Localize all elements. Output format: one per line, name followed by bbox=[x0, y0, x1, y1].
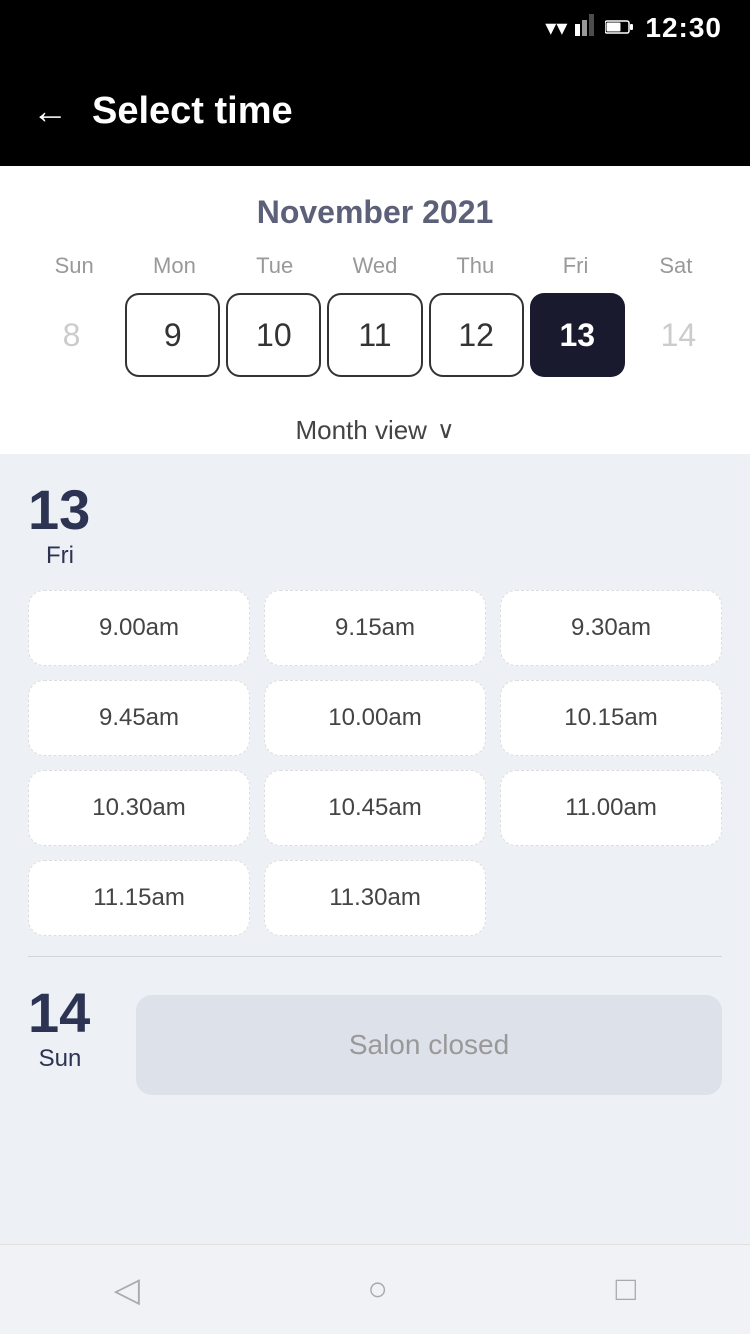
battery-icon bbox=[605, 15, 633, 41]
day-header-mon: Mon bbox=[124, 253, 224, 279]
day-header-fri: Fri bbox=[525, 253, 625, 279]
time-slot-1015[interactable]: 10.15am bbox=[500, 680, 722, 756]
day-cell-13[interactable]: 13 bbox=[530, 293, 625, 377]
day-name-14: Sun bbox=[39, 1045, 82, 1073]
day-label-col-14: 14 Sun Salon closed bbox=[28, 985, 722, 1095]
time-slot-945[interactable]: 9.45am bbox=[28, 680, 250, 756]
day-cells: 8 9 10 11 12 13 14 bbox=[24, 293, 726, 377]
chevron-down-icon[interactable]: ∨ bbox=[437, 416, 455, 445]
day-number-14: 14 bbox=[28, 985, 92, 1041]
day-cell-10[interactable]: 10 bbox=[226, 293, 321, 377]
day-cell-12[interactable]: 12 bbox=[429, 293, 524, 377]
day-name-13: Fri bbox=[46, 542, 74, 570]
time-slot-1115[interactable]: 11.15am bbox=[28, 860, 250, 936]
month-title: November 2021 bbox=[24, 194, 726, 231]
wifi-icon: ▾▾ bbox=[545, 15, 567, 41]
day-info-13: 13 Fri bbox=[28, 482, 92, 570]
nav-back-icon[interactable]: ◁ bbox=[114, 1270, 140, 1310]
day-headers: Sun Mon Tue Wed Thu Fri Sat bbox=[24, 253, 726, 279]
time-slot-1030[interactable]: 10.30am bbox=[28, 770, 250, 846]
day-header-sat: Sat bbox=[626, 253, 726, 279]
day-cell-11[interactable]: 11 bbox=[327, 293, 422, 377]
nav-home-icon[interactable]: ○ bbox=[368, 1270, 389, 1309]
day-cell-14[interactable]: 14 bbox=[631, 293, 726, 377]
day-header-thu: Thu bbox=[425, 253, 525, 279]
month-view-label: Month view bbox=[295, 415, 427, 446]
day-block-13: 13 Fri 9.00am 9.15am 9.30am 9.45am 10.00… bbox=[0, 454, 750, 956]
day-block-14: 14 Sun Salon closed bbox=[0, 957, 750, 1115]
nav-recent-icon[interactable]: □ bbox=[616, 1270, 637, 1309]
salon-closed-text: Salon closed bbox=[349, 1029, 509, 1061]
salon-closed-box: Salon closed bbox=[136, 995, 722, 1095]
status-icons: ▾▾ bbox=[545, 14, 633, 42]
month-view-row[interactable]: Month view ∨ bbox=[0, 397, 750, 454]
page-title: Select time bbox=[92, 90, 293, 133]
time-slot-1000[interactable]: 10.00am bbox=[264, 680, 486, 756]
day-header-sun: Sun bbox=[24, 253, 124, 279]
day-cell-8[interactable]: 8 bbox=[24, 293, 119, 377]
day-header-wed: Wed bbox=[325, 253, 425, 279]
time-slot-930[interactable]: 9.30am bbox=[500, 590, 722, 666]
time-slot-1100[interactable]: 11.00am bbox=[500, 770, 722, 846]
bottom-nav: ◁ ○ □ bbox=[0, 1244, 750, 1334]
status-time: 12:30 bbox=[645, 12, 722, 44]
calendar-section: November 2021 Sun Mon Tue Wed Thu Fri Sa… bbox=[0, 166, 750, 397]
time-slot-1130[interactable]: 11.30am bbox=[264, 860, 486, 936]
back-button[interactable]: ← bbox=[32, 93, 68, 129]
slots-section: 13 Fri 9.00am 9.15am 9.30am 9.45am 10.00… bbox=[0, 454, 750, 1244]
status-bar: ▾▾ 12:30 bbox=[0, 0, 750, 56]
time-slot-1045[interactable]: 10.45am bbox=[264, 770, 486, 846]
time-slot-915[interactable]: 9.15am bbox=[264, 590, 486, 666]
time-grid-13: 9.00am 9.15am 9.30am 9.45am 10.00am 10.1… bbox=[28, 590, 722, 936]
day-info-14: 14 Sun bbox=[28, 985, 92, 1073]
day-header-tue: Tue bbox=[225, 253, 325, 279]
day-label-col-13: 13 Fri bbox=[28, 482, 722, 570]
day-cell-9[interactable]: 9 bbox=[125, 293, 220, 377]
signal-icon bbox=[575, 14, 597, 42]
time-slot-900[interactable]: 9.00am bbox=[28, 590, 250, 666]
app-header: ← Select time bbox=[0, 56, 750, 166]
day-number-13: 13 bbox=[28, 482, 92, 538]
